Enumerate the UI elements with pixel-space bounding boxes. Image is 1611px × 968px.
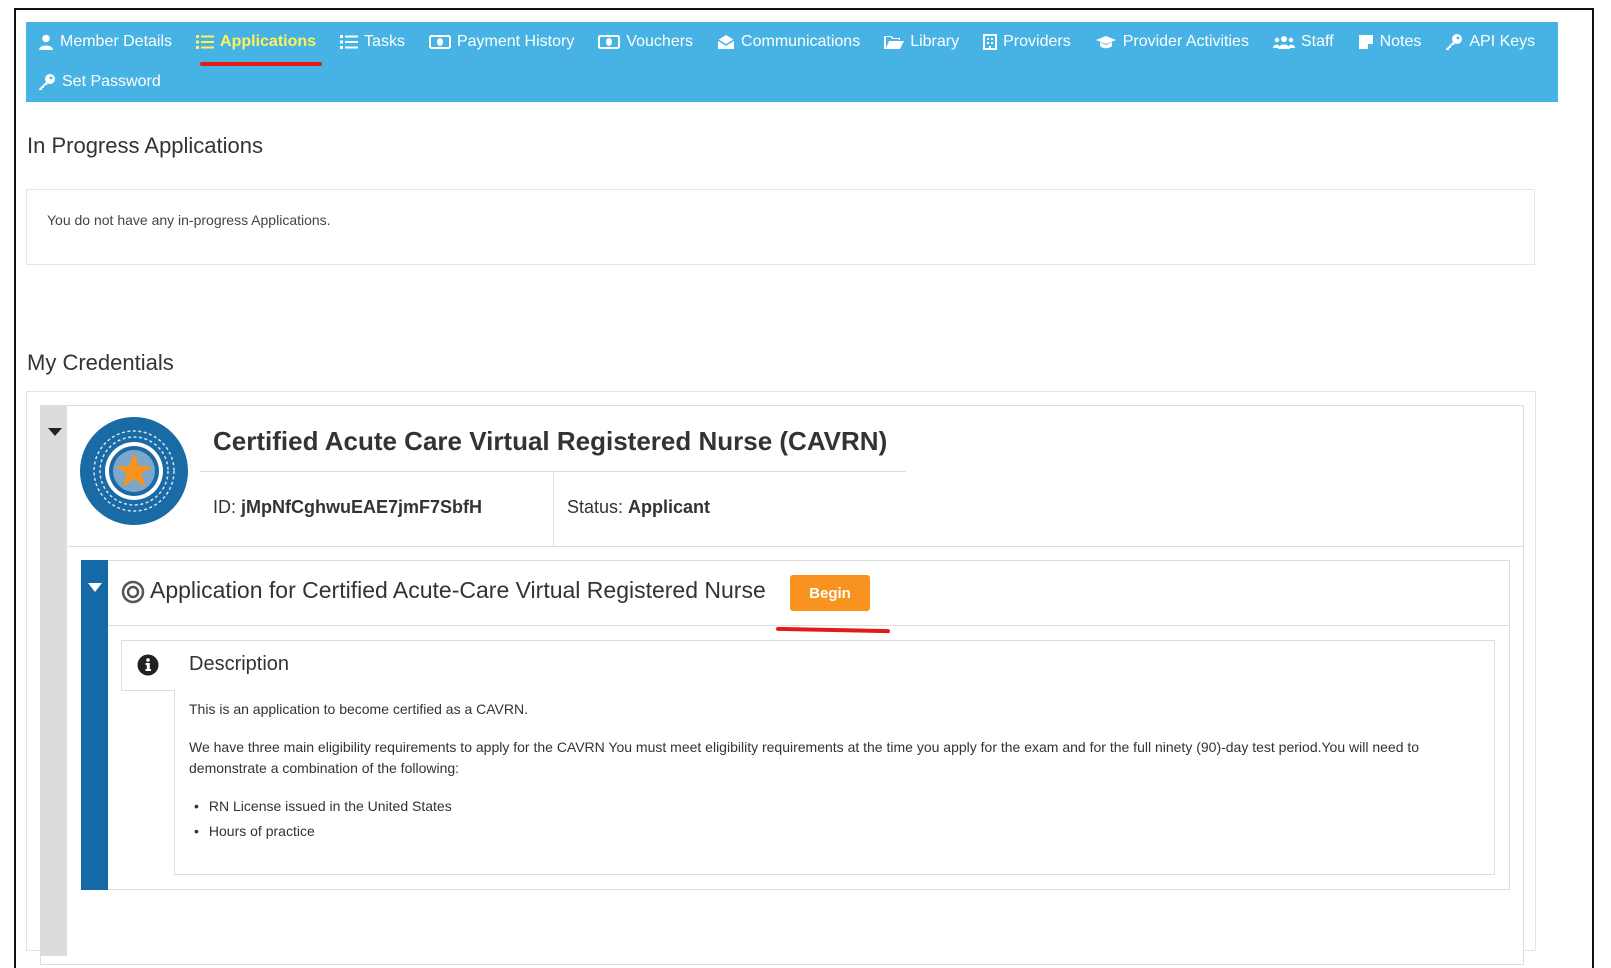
user-icon bbox=[39, 34, 53, 50]
divider bbox=[68, 546, 1523, 547]
list-item: RN License issued in the United States bbox=[189, 797, 452, 822]
id-label: ID: bbox=[213, 497, 237, 517]
description-text: We have three main eligibility requireme… bbox=[189, 739, 1420, 776]
nav-item-api-keys[interactable]: API Keys bbox=[1445, 33, 1535, 51]
in-progress-title: In Progress Applications bbox=[27, 133, 264, 158]
key-icon bbox=[1446, 34, 1463, 50]
divider bbox=[553, 472, 554, 546]
credential-status: Status: Applicant bbox=[567, 497, 710, 518]
begin-button[interactable]: Begin bbox=[790, 575, 870, 611]
nav-item-applications[interactable]: Applications bbox=[196, 33, 316, 51]
nav-label: Library bbox=[910, 33, 960, 50]
nav-item-provider-activities[interactable]: Provider Activities bbox=[1095, 33, 1249, 51]
nav-row-primary: Member Details Applications Tasks Paymen… bbox=[26, 22, 1547, 62]
nav-item-tasks[interactable]: Tasks bbox=[340, 33, 405, 51]
target-icon bbox=[121, 580, 145, 604]
credential-name: Certified Acute Care Virtual Registered … bbox=[213, 426, 888, 456]
nav-item-library[interactable]: Library bbox=[884, 33, 959, 51]
credential-badge-icon bbox=[80, 417, 188, 525]
folder-open-icon bbox=[884, 35, 905, 49]
list-item: Hours of practice bbox=[189, 822, 452, 847]
chevron-down-icon[interactable] bbox=[88, 583, 102, 592]
money-icon bbox=[428, 35, 451, 49]
application-collapse-bar[interactable] bbox=[81, 560, 108, 890]
list-icon bbox=[196, 35, 215, 49]
nav-label: Payment History bbox=[456, 33, 575, 50]
envelope-open-icon bbox=[717, 35, 735, 49]
nav-label: Applications bbox=[220, 33, 317, 50]
nav-item-payment-history[interactable]: Payment History bbox=[428, 33, 575, 51]
divider bbox=[108, 625, 1509, 626]
nav-label: Communications bbox=[741, 33, 861, 50]
requirements-list: RN License issued in the United States H… bbox=[189, 797, 452, 847]
nav-label: Vouchers bbox=[626, 33, 694, 50]
nav-label: Tasks bbox=[364, 33, 405, 50]
users-icon bbox=[1272, 35, 1295, 49]
credential-id: ID: jMpNfCghwuEAE7jmF7SbfH bbox=[213, 497, 482, 518]
empty-message: You do not have any in-progress Applicat… bbox=[47, 212, 331, 228]
nav-item-communications[interactable]: Communications bbox=[717, 33, 860, 51]
money-icon bbox=[598, 35, 621, 49]
list-icon bbox=[340, 35, 359, 49]
nav-item-vouchers[interactable]: Vouchers bbox=[598, 33, 693, 51]
nav-label: Provider Activities bbox=[1122, 33, 1249, 50]
nav-item-notes[interactable]: Notes bbox=[1358, 33, 1422, 51]
nav-label: Staff bbox=[1300, 33, 1334, 50]
credentials-title: My Credentials bbox=[27, 350, 174, 375]
building-icon bbox=[983, 34, 998, 50]
application-title: Application for Certified Acute-Care Vir… bbox=[150, 577, 766, 603]
description-text: This is an application to become certifi… bbox=[189, 701, 529, 717]
status-value: Applicant bbox=[628, 497, 711, 517]
status-label: Status: bbox=[567, 497, 624, 517]
nav-item-staff[interactable]: Staff bbox=[1272, 33, 1334, 51]
annotation-underline-applications bbox=[200, 62, 322, 66]
in-progress-panel: You do not have any in-progress Applicat… bbox=[26, 189, 1535, 265]
nav-label: Member Details bbox=[60, 33, 173, 50]
id-value: jMpNfCghwuEAE7jmF7SbfH bbox=[241, 497, 483, 517]
nav-label: Providers bbox=[1003, 33, 1071, 50]
nav-item-providers[interactable]: Providers bbox=[983, 33, 1071, 51]
description-label: Description bbox=[189, 653, 290, 675]
nav-item-member-details[interactable]: Member Details bbox=[38, 33, 172, 51]
nav-label: Set Password bbox=[62, 73, 161, 90]
nav-label: API Keys bbox=[1469, 33, 1536, 50]
sticky-note-icon bbox=[1358, 35, 1373, 49]
nav-label: Notes bbox=[1379, 33, 1422, 50]
credential-collapse-bar[interactable] bbox=[41, 406, 67, 956]
info-circle-icon bbox=[137, 654, 159, 676]
nav-row-secondary: Set Password bbox=[26, 62, 173, 102]
chevron-down-icon[interactable] bbox=[48, 428, 62, 436]
nav-item-set-password[interactable]: Set Password bbox=[38, 73, 161, 91]
graduation-cap-icon bbox=[1095, 35, 1116, 48]
key-icon bbox=[39, 74, 55, 90]
